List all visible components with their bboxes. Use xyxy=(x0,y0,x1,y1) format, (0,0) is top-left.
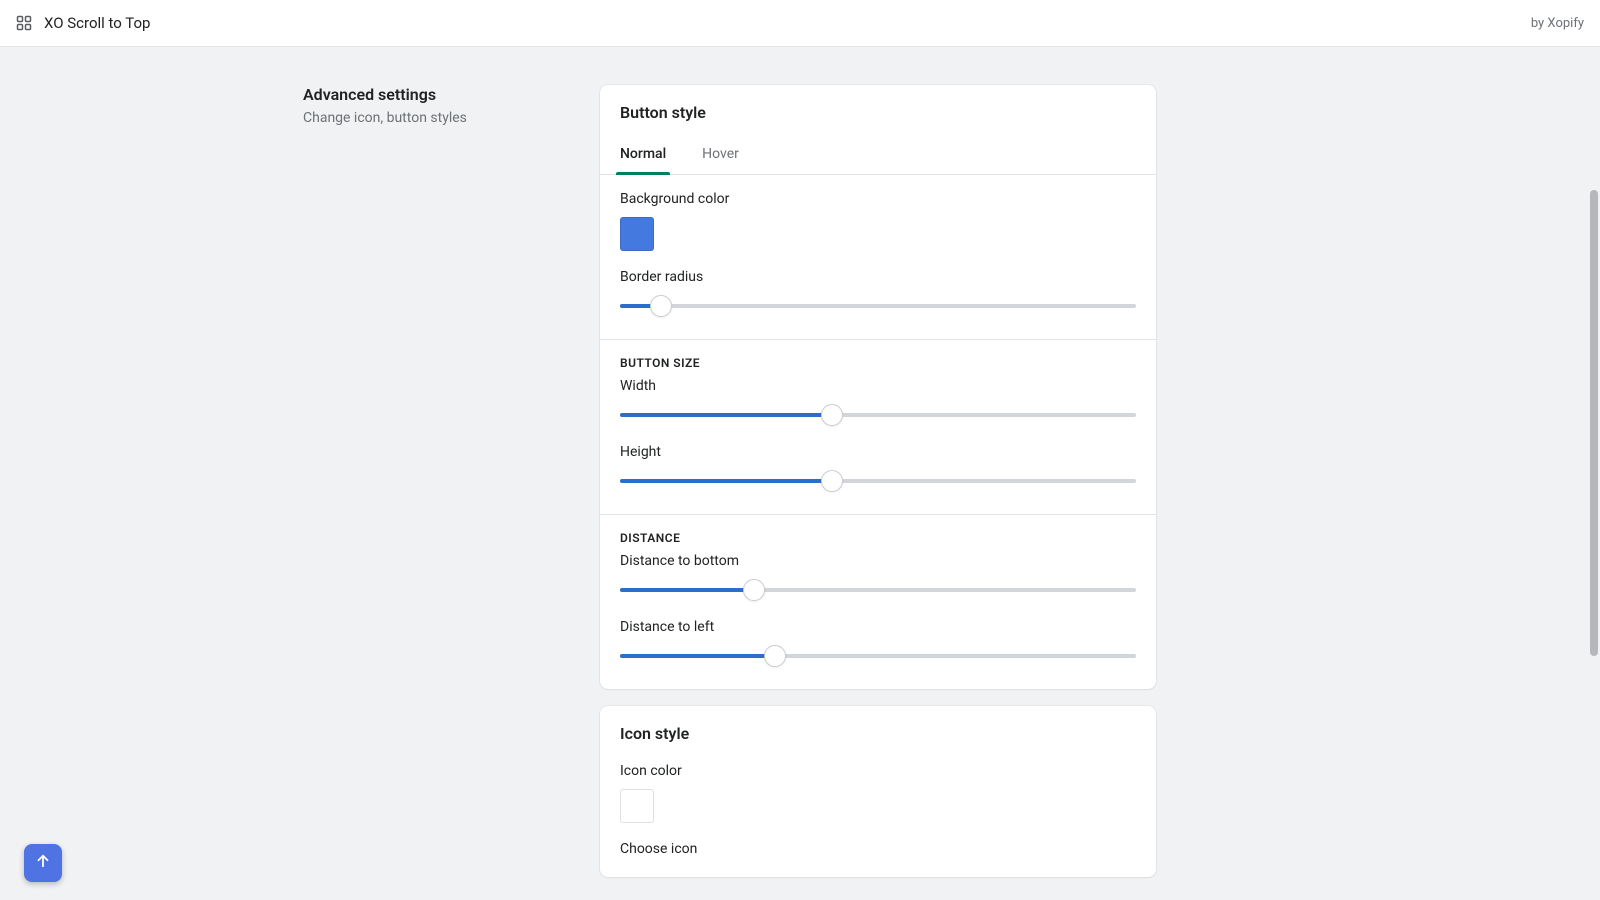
border-radius-label: Border radius xyxy=(620,269,1136,285)
button-style-heading: Button style xyxy=(600,85,1156,136)
distance-bottom-label: Distance to bottom xyxy=(620,553,1136,569)
page-body: Advanced settings Change icon, button st… xyxy=(0,47,1600,900)
choose-icon-label: Choose icon xyxy=(620,841,1136,857)
page-scrollbar-thumb[interactable] xyxy=(1590,190,1598,656)
width-slider[interactable] xyxy=(620,404,1136,426)
app-header: XO Scroll to Top by Xopify xyxy=(0,0,1600,47)
header-left: XO Scroll to Top xyxy=(16,14,150,32)
background-color-swatch[interactable] xyxy=(620,217,654,251)
distance-bottom-slider[interactable] xyxy=(620,579,1136,601)
distance-left-slider[interactable] xyxy=(620,645,1136,667)
app-title: XO Scroll to Top xyxy=(44,14,150,32)
settings-summary-subtitle: Change icon, button styles xyxy=(303,110,576,126)
tab-hover[interactable]: Hover xyxy=(702,136,739,174)
settings-summary: Advanced settings Change icon, button st… xyxy=(303,85,600,894)
height-slider[interactable] xyxy=(620,470,1136,492)
tab-normal[interactable]: Normal xyxy=(620,136,666,174)
width-label: Width xyxy=(620,378,1136,394)
app-grid-icon xyxy=(16,15,32,31)
app-author: by Xopify xyxy=(1531,16,1584,31)
distance-heading: DISTANCE xyxy=(600,515,1156,549)
icon-style-card: Icon style Icon color Choose icon xyxy=(600,706,1156,877)
icon-color-label: Icon color xyxy=(620,763,1136,779)
arrow-up-icon xyxy=(34,852,52,874)
page-scrollbar[interactable] xyxy=(1588,65,1598,898)
button-style-card: Button style Normal Hover Background col… xyxy=(600,85,1156,689)
distance-left-label: Distance to left xyxy=(620,619,1136,635)
icon-color-swatch[interactable] xyxy=(620,789,654,823)
settings-summary-title: Advanced settings xyxy=(303,85,576,104)
height-label: Height xyxy=(620,444,1136,460)
background-color-label: Background color xyxy=(620,191,1136,207)
button-style-tabs: Normal Hover xyxy=(600,136,1156,175)
button-size-heading: BUTTON SIZE xyxy=(600,340,1156,374)
icon-style-heading: Icon style xyxy=(600,706,1156,757)
scroll-to-top-button[interactable] xyxy=(24,844,62,882)
border-radius-slider[interactable] xyxy=(620,295,1136,317)
